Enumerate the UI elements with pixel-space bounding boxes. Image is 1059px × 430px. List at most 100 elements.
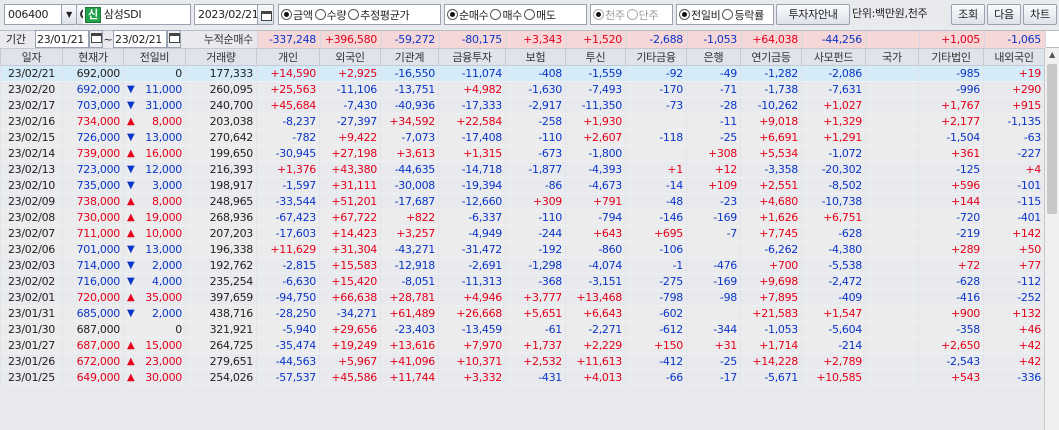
col-header-financial-invest[interactable]: 금융투자 [438,48,506,66]
cell-change: ▼ 13,000 [123,129,186,146]
radio-thousand-shares[interactable]: 천주 [593,7,625,23]
col-header-change[interactable]: 전일비 [123,48,186,66]
table-row[interactable]: 23/02/15 726,000 ▼ 13,000 270,642 -782 +9,422-… [0,129,1045,146]
col-header-price[interactable]: 현재가 [62,48,124,66]
col-header-other-corp[interactable]: 기타법인 [918,48,984,66]
col-header-volume[interactable]: 거래량 [185,48,257,66]
stock-name-field[interactable]: 신 삼성SDI [83,4,191,25]
cell-bank: -25 [686,353,741,370]
cell-foreign: +45,586 [319,369,381,386]
col-header-insurance[interactable]: 보험 [505,48,566,66]
table-row[interactable]: 23/02/14 739,000 ▲ 16,000 199,650 -30,945 +27,… [0,145,1045,162]
cell-trust: -860 [565,241,626,258]
change-value: 11,000 [145,83,182,96]
cell-volume: 203,038 [185,113,257,130]
period-label: 기간 [0,31,35,48]
end-calendar-button[interactable] [167,30,181,48]
cell-trust: -7,493 [565,81,626,98]
col-header-pension[interactable]: 연기금등 [740,48,802,66]
stock-code-input[interactable]: 006400 [4,4,62,25]
chart-button[interactable]: 차트 [1023,4,1057,25]
table-row[interactable]: 23/01/30 687,000 0 321,921 -5,940 +29,656 -23,… [0,321,1045,338]
cell-volume: 198,917 [185,177,257,194]
cell-institution: -13,751 [380,81,439,98]
table-row[interactable]: 23/02/13 723,000 ▼ 12,000 216,393 +1,376 +43,3… [0,161,1045,178]
table-row[interactable]: 23/02/02 716,000 ▼ 4,000 235,254 -6,630 +15,42… [0,273,1045,290]
cell-volume: 199,650 [185,145,257,162]
col-header-government[interactable]: 국가 [865,48,919,66]
cell-pension: -6,262 [740,241,802,258]
next-button[interactable]: 다음 [987,4,1021,25]
scroll-up-arrow[interactable]: ▲ [1045,48,1059,62]
col-header-institution[interactable]: 기관계 [380,48,439,66]
radio-single-shares[interactable]: 단주 [626,7,659,23]
calendar-button[interactable] [257,4,274,25]
radio-prev-diff[interactable]: 전일비 [679,7,721,23]
cell-pension: +5,534 [740,145,802,162]
cell-other-finance: +1 [625,161,687,178]
radio-buy[interactable]: 매수 [490,7,522,23]
table-row[interactable]: 23/02/17 703,000 ▼ 31,000 240,700 +45,684 -7,4… [0,97,1045,114]
date-input[interactable]: 2023/02/21 [194,4,258,25]
radio-sell[interactable]: 매도 [524,7,556,23]
change-value: 0 [175,323,182,336]
table-row[interactable]: 23/01/31 685,000 ▼ 2,000 438,716 -28,250 -34,2… [0,305,1045,322]
investor-guide-button[interactable]: 투자자안내 [776,4,850,25]
cell-institution: -16,550 [380,65,439,82]
cell-trust: +643 [565,225,626,242]
table-row[interactable]: 23/02/10 735,000 ▼ 3,000 198,917 -1,597 +31,11… [0,177,1045,194]
table-row[interactable]: 23/02/08 730,000 ▲ 19,000 268,936 -67,423 +67,… [0,209,1045,226]
cell-insurance: -192 [505,241,566,258]
cell-price: 711,000 [62,225,124,242]
table-row[interactable]: 23/01/27 687,000 ▲ 15,000 264,725 -35,474 +19,… [0,337,1045,354]
col-header-bank[interactable]: 은행 [686,48,741,66]
cell-pension: +1,714 [740,337,802,354]
table-row[interactable]: 23/01/25 649,000 ▲ 30,000 254,026 -57,537 +45,… [0,369,1045,386]
table-row[interactable]: 23/02/09 738,000 ▲ 8,000 248,965 -33,544 +51,2… [0,193,1045,210]
cell-institution: +28,781 [380,289,439,306]
scroll-thumb[interactable] [1047,64,1057,214]
col-header-foreign[interactable]: 외국인 [319,48,381,66]
col-header-private-fund[interactable]: 사모펀드 [801,48,866,66]
radio-avg-price[interactable]: 추정평균가 [348,7,410,23]
table-row[interactable]: 23/02/06 701,000 ▼ 13,000 196,338 +11,629 +31,… [0,241,1045,258]
table-row[interactable]: 23/02/21 692,000 0 177,333 +14,590 +2,925 -16,… [0,65,1045,82]
table-row[interactable]: 23/02/01 720,000 ▲ 35,000 397,659 -94,750 +66,… [0,289,1045,306]
cell-trust: -794 [565,209,626,226]
radio-net-buy[interactable]: 순매수 [447,7,489,23]
cell-government [865,305,919,322]
cell-trust: -4,393 [565,161,626,178]
cell-other-finance: -92 [625,65,687,82]
cell-trust: -11,350 [565,97,626,114]
cell-domestic-foreign: -401 [983,209,1045,226]
cell-insurance: -110 [505,129,566,146]
table-row[interactable]: 23/02/16 734,000 ▲ 8,000 203,038 -8,237 -27,39… [0,113,1045,130]
cell-private-fund: +1,291 [801,129,866,146]
col-header-date[interactable]: 일자 [0,48,63,66]
col-header-individual[interactable]: 개인 [256,48,320,66]
col-header-other-finance[interactable]: 기타금융 [625,48,687,66]
cell-individual: -33,544 [256,193,320,210]
table-row[interactable]: 23/02/20 692,000 ▼ 11,000 260,095 +25,563 -11,… [0,81,1045,98]
table-row[interactable]: 23/01/26 672,000 ▲ 23,000 279,651 -44,563 +5,9… [0,353,1045,370]
cell-institution: -40,936 [380,97,439,114]
end-date-input[interactable]: 23/02/21 [113,30,167,48]
start-calendar-button[interactable] [89,30,103,48]
cumulative-other-finance: -2,688 [627,31,688,48]
cumulative-institution: -59,272 [382,31,440,48]
radio-amount[interactable]: 금액 [281,7,313,23]
cell-institution: -43,271 [380,241,439,258]
cell-other-corp: +72 [918,257,984,274]
dropdown-button[interactable]: ▼ [61,4,77,25]
vertical-scrollbar[interactable]: ▲ [1044,48,1059,430]
cell-financial-invest: +4,946 [438,289,506,306]
table-row[interactable]: 23/02/03 714,000 ▼ 2,000 192,762 -2,815 +15,58… [0,257,1045,274]
radio-quantity[interactable]: 수량 [314,7,347,23]
start-date-input[interactable]: 23/01/21 [35,30,89,48]
table-row[interactable]: 23/02/07 711,000 ▲ 10,000 207,203 -17,603 +14,… [0,225,1045,242]
radio-change-rate[interactable]: 등락률 [722,7,764,23]
col-header-trust[interactable]: 투신 [565,48,626,66]
search-query-button[interactable]: 조회 [951,4,985,25]
col-header-domestic-foreign[interactable]: 내외국인 [983,48,1045,66]
down-arrow-icon: ▼ [127,164,135,175]
